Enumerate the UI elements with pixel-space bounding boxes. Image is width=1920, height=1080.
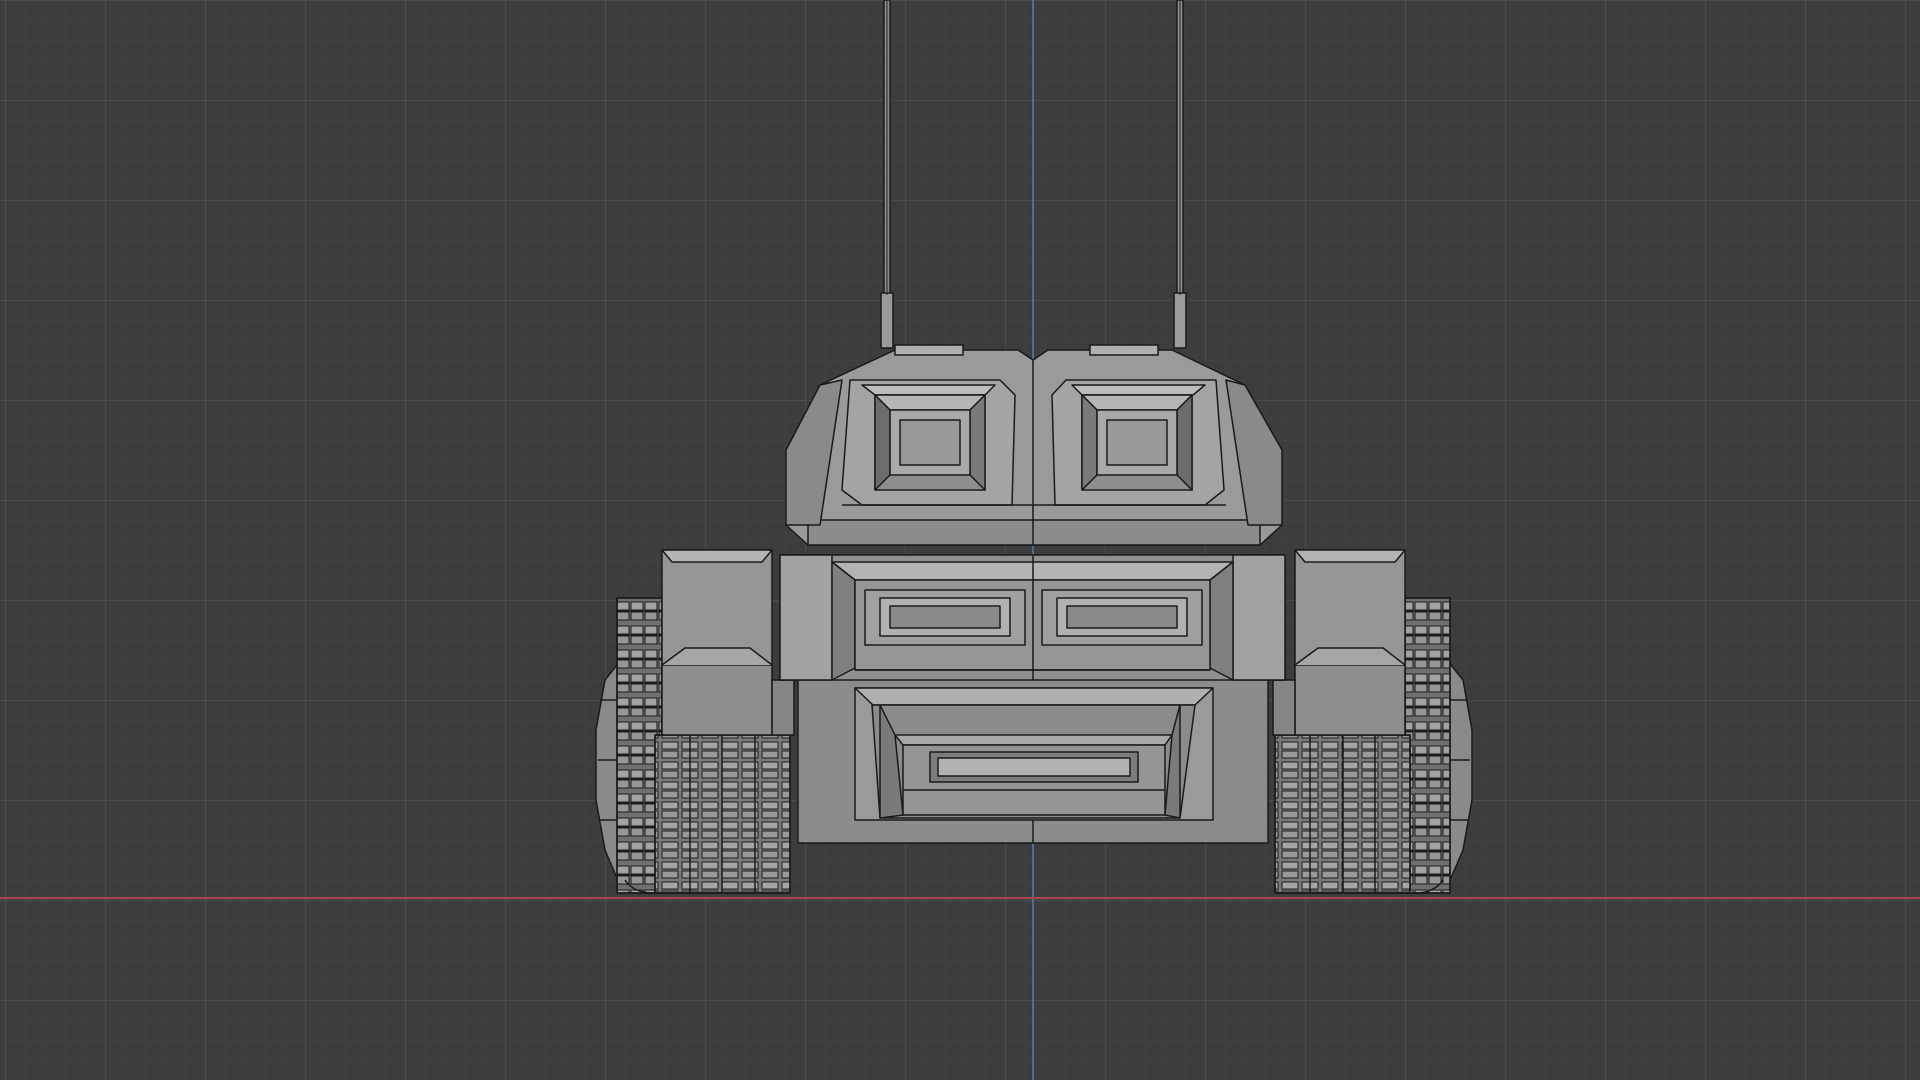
turret[interactable]: [785, 344, 1283, 546]
hull-upper[interactable]: [779, 554, 1286, 681]
3d-viewport[interactable]: [0, 0, 1920, 1080]
hull-lower[interactable]: [797, 677, 1269, 844]
viewport-canvas[interactable]: [0, 0, 1920, 1080]
